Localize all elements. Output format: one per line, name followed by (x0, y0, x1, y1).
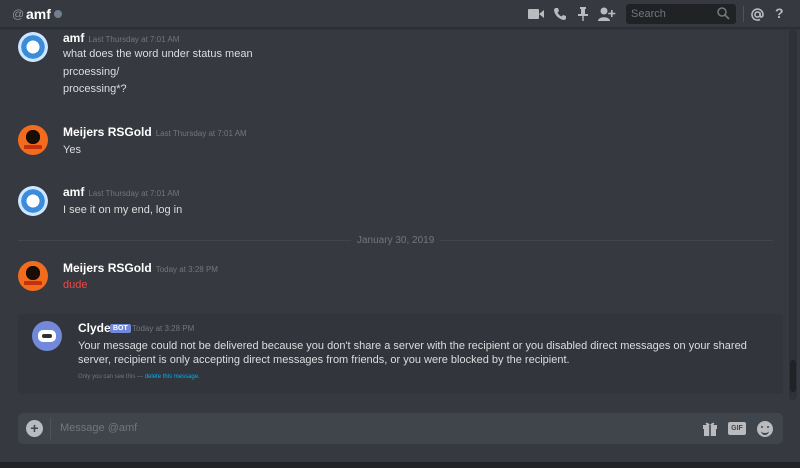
add-friend-icon[interactable] (598, 6, 616, 22)
author-name[interactable]: amf (63, 185, 84, 199)
message-author[interactable]: amf Last Thursday at 7:01 AM (63, 185, 179, 199)
help-icon[interactable]: ? (775, 5, 784, 21)
message-group: Meijers RSGold Last Thursday at 7:01 AM Y… (0, 125, 790, 160)
clyde-message-text: Your message could not be delivered beca… (78, 340, 747, 366)
message-line: prcoessing/ (63, 66, 120, 78)
message-line: I see it on my end, log in (63, 204, 183, 216)
mention-icon[interactable] (750, 6, 765, 22)
author-name[interactable]: amf (63, 31, 84, 45)
search-icon (717, 7, 730, 25)
message-timestamp: Last Thursday at 7:01 AM (88, 189, 180, 198)
message-line: Yes (63, 144, 81, 156)
message-timestamp: Today at 3:28 PM (155, 265, 218, 274)
message-input-placeholder[interactable]: Message @amf (60, 422, 137, 434)
channel-name: amf (26, 6, 51, 22)
window-bottom-edge (0, 462, 800, 468)
scrollbar-track[interactable] (789, 30, 797, 400)
ephemeral-note: Only you can see this — delete this mess… (78, 374, 200, 380)
message-timestamp: Today at 3:28 PM (132, 324, 195, 333)
channel-header: @ amf Search ? (0, 0, 800, 28)
avatar[interactable] (18, 186, 48, 216)
dm-at-icon: @ (12, 7, 25, 21)
composer-divider (50, 418, 51, 439)
message-author[interactable]: Meijers RSGold Today at 3:28 PM (63, 261, 218, 275)
search-placeholder: Search (631, 8, 666, 20)
search-input[interactable]: Search (626, 4, 736, 24)
avatar[interactable] (18, 125, 48, 155)
message-timestamp: Last Thursday at 7:01 AM (155, 129, 247, 138)
header-divider (743, 6, 744, 22)
message-timestamp: Last Thursday at 7:01 AM (88, 35, 180, 44)
bot-tag: BOT (110, 324, 131, 333)
attach-icon[interactable]: + (26, 420, 43, 437)
avatar[interactable] (18, 32, 48, 62)
message-composer[interactable]: + Message @amf GIF (18, 413, 783, 444)
clyde-system-message: Clyde BOT Today at 3:28 PM Your message … (18, 314, 783, 394)
message-group: amf Last Thursday at 7:01 AM what does th… (0, 31, 790, 102)
avatar[interactable] (18, 261, 48, 291)
ephemeral-note-text: Only you can see this — (78, 374, 144, 380)
message-author[interactable]: amf Last Thursday at 7:01 AM (63, 31, 179, 45)
author-name[interactable]: Meijers RSGold (63, 261, 152, 275)
message-author[interactable]: Meijers RSGold Last Thursday at 7:01 AM (63, 125, 247, 139)
clyde-author[interactable]: Clyde (78, 321, 111, 335)
voice-call-icon[interactable] (553, 6, 567, 22)
message-group: amf Last Thursday at 7:01 AM I see it on … (0, 185, 790, 220)
author-name[interactable]: Meijers RSGold (63, 125, 152, 139)
scrollbar-thumb[interactable] (790, 360, 796, 392)
pin-icon[interactable] (578, 6, 588, 22)
delete-message-link[interactable]: delete this message. (145, 374, 200, 380)
status-indicator (54, 10, 62, 18)
message-group: Meijers RSGold Today at 3:28 PM dude (0, 261, 790, 296)
date-divider-label: January 30, 2019 (351, 235, 441, 246)
message-line: what does the word under status mean (63, 48, 253, 60)
emoji-icon[interactable] (757, 420, 773, 437)
gif-label: GIF (728, 422, 746, 435)
failed-message-line: dude (63, 279, 88, 291)
message-line: processing*? (63, 83, 127, 95)
gift-icon[interactable] (702, 420, 718, 437)
emoji-face (757, 420, 773, 437)
gif-icon[interactable]: GIF (728, 420, 746, 437)
clyde-avatar[interactable] (32, 321, 62, 351)
video-call-icon[interactable] (528, 6, 544, 22)
